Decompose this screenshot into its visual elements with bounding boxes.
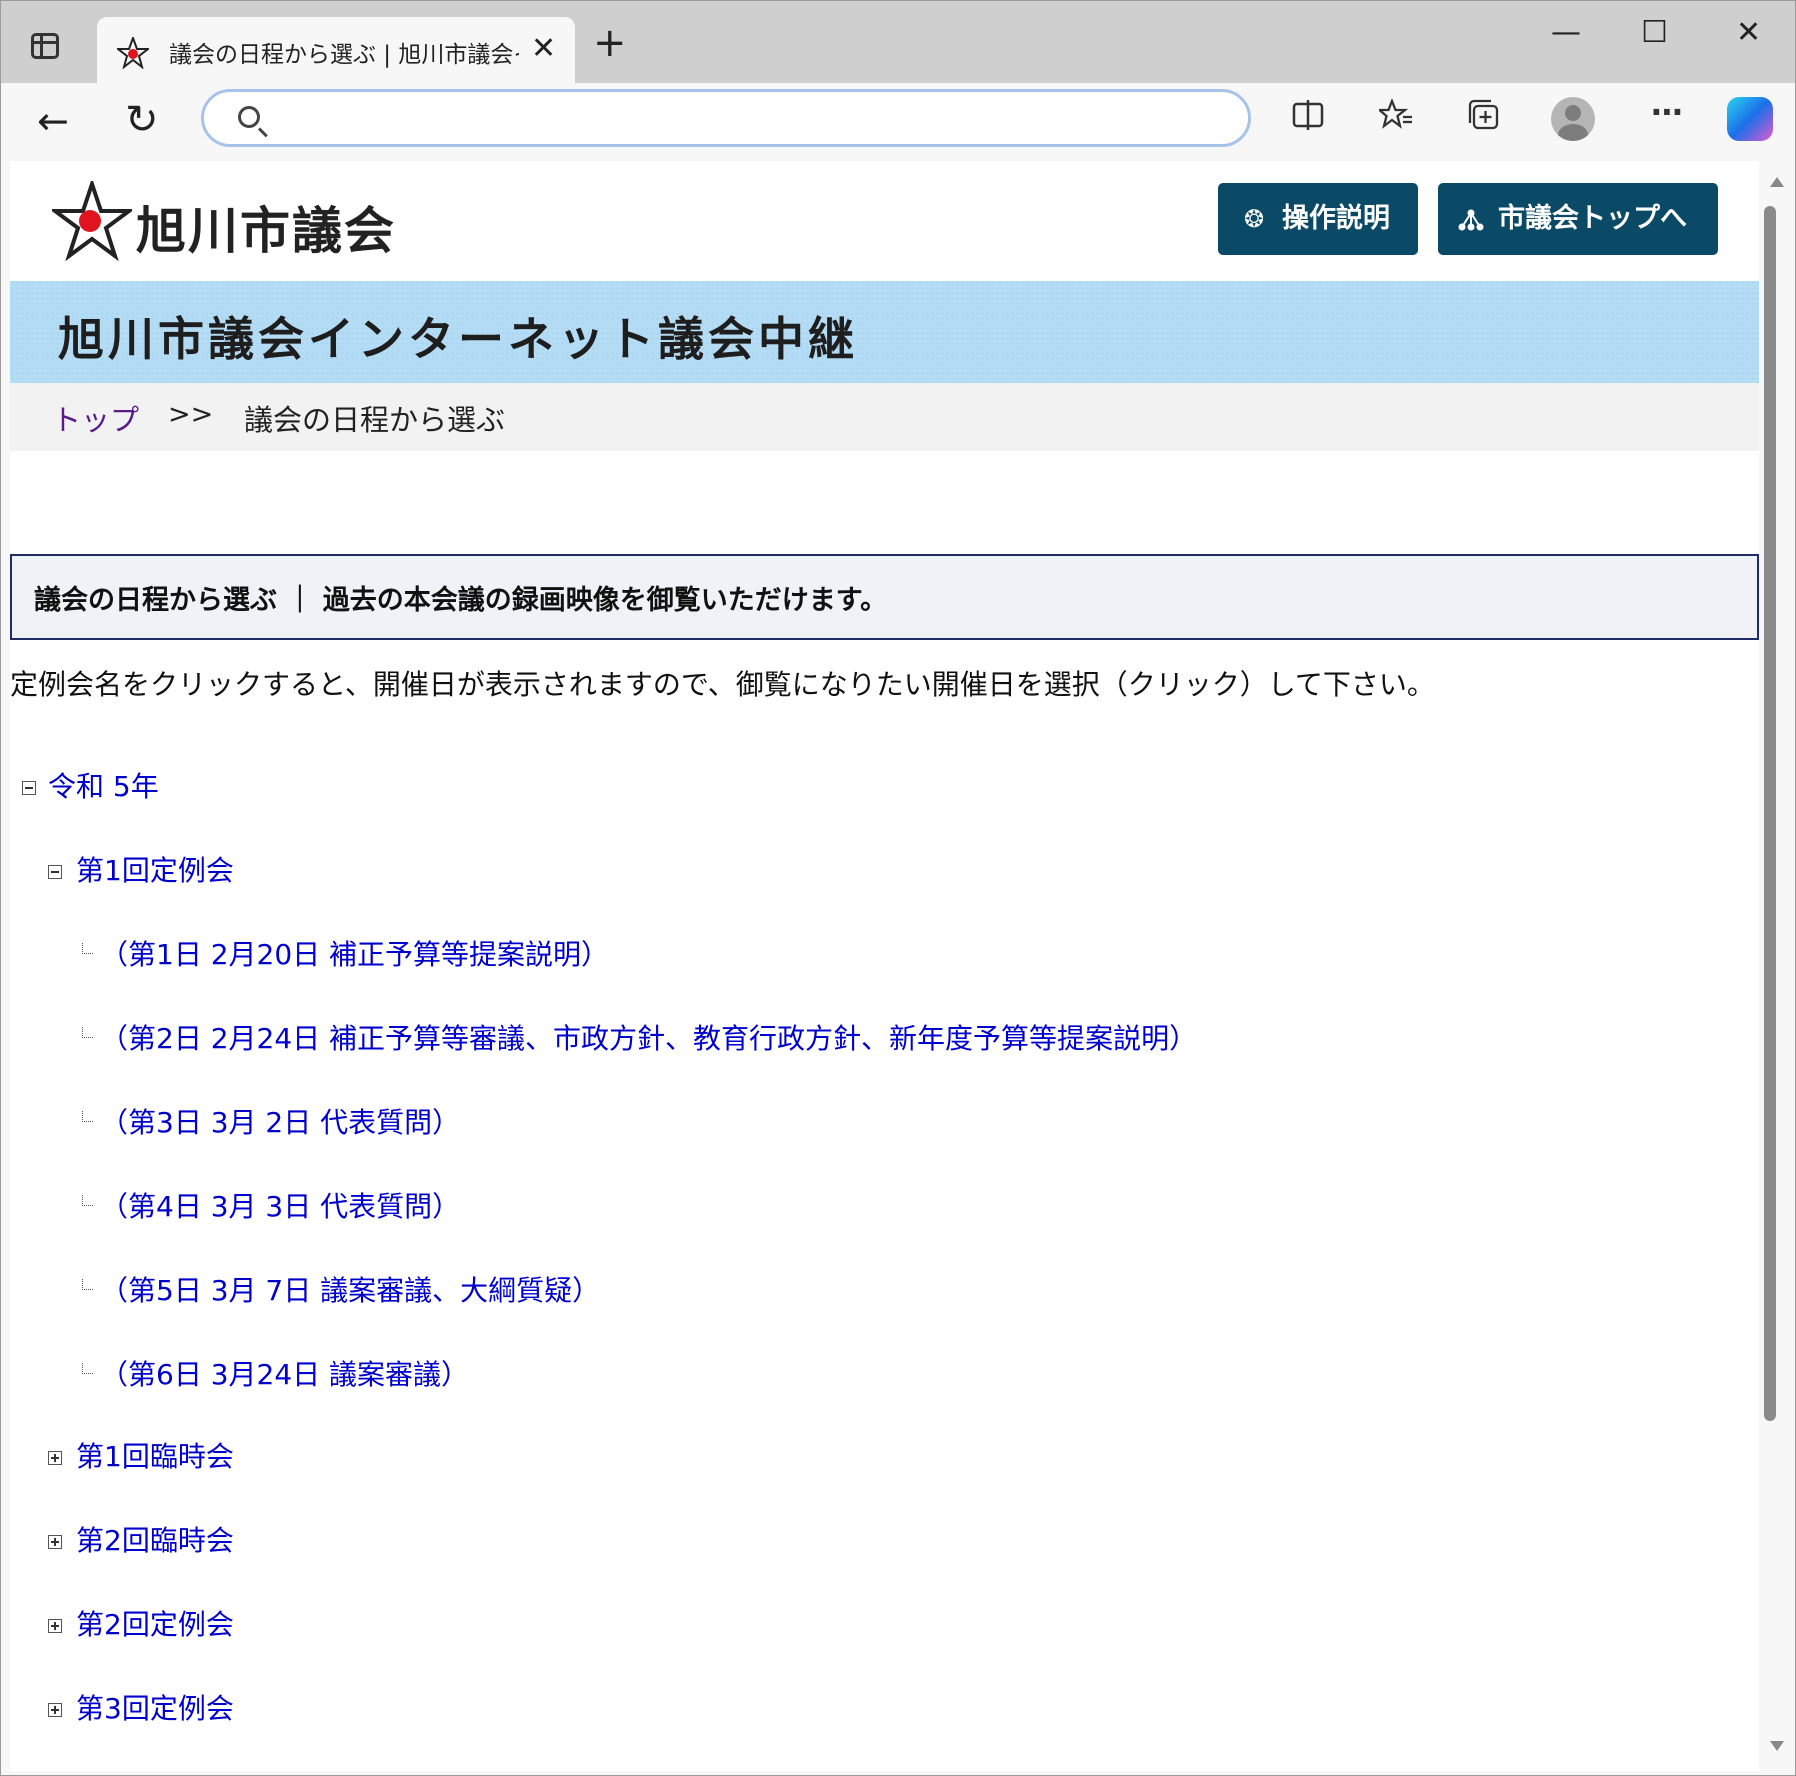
breadcrumb-separator: >> bbox=[168, 399, 214, 430]
instruction-text: 定例会名をクリックすると、開催日が表示されますので、御覧になりたい開催日を選択（… bbox=[10, 668, 1435, 701]
scroll-thumb[interactable] bbox=[1764, 206, 1776, 1421]
tree-session[interactable]: 第1回定例会 bbox=[76, 849, 234, 889]
expand-toggle-icon[interactable] bbox=[48, 1619, 62, 1633]
council-top-label: 市議会トップへ bbox=[1498, 203, 1687, 234]
tab-close-icon[interactable]: ✕ bbox=[531, 31, 556, 66]
reload-icon[interactable]: ↻ bbox=[125, 97, 159, 143]
collapse-toggle-icon[interactable] bbox=[22, 781, 36, 795]
council-top-button[interactable]: 市議会トップへ bbox=[1438, 183, 1718, 255]
help-button-label: 操作説明 bbox=[1282, 203, 1390, 234]
scroll-down-icon[interactable] bbox=[1770, 1741, 1784, 1751]
tree-leaf-icon bbox=[82, 1363, 93, 1374]
browser-window: 議会の日程から選ぶ | 旭川市議会インターネット議会中継 ✕ + — ☐ ✕ ←… bbox=[0, 0, 1796, 1776]
maximize-icon[interactable]: ☐ bbox=[1641, 15, 1668, 50]
tree-leaf-icon bbox=[82, 1279, 93, 1290]
tree-session[interactable]: 第3回定例会 bbox=[76, 1687, 234, 1727]
tree-leaf-icon bbox=[82, 1027, 93, 1038]
favorites-star-icon[interactable] bbox=[1379, 99, 1413, 131]
tree-leaf-icon bbox=[82, 1195, 93, 1206]
page-viewport: 旭川市議会 ❂ 操作説明 市議会トップへ 旭川市議会インターネット議会中継 トッ… bbox=[10, 161, 1759, 1771]
expand-toggle-icon[interactable] bbox=[48, 1451, 62, 1465]
tree-day-link[interactable]: （第6日 3月24日 議案審議） bbox=[100, 1353, 469, 1393]
tree-leaf-icon bbox=[82, 1111, 93, 1122]
arrow-left-icon[interactable]: ← bbox=[37, 99, 69, 143]
site-banner: 旭川市議会インターネット議会中継 bbox=[10, 281, 1759, 383]
close-window-icon[interactable]: ✕ bbox=[1736, 15, 1761, 50]
minimize-icon[interactable]: — bbox=[1551, 15, 1581, 50]
section-heading-box: 議会の日程から選ぶ ｜ 過去の本会議の録画映像を御覧いただけます。 bbox=[10, 554, 1759, 640]
search-icon bbox=[238, 106, 260, 128]
section-heading: 議会の日程から選ぶ ｜ 過去の本会議の録画映像を御覧いただけます。 bbox=[34, 585, 888, 616]
browser-toolbar: ← ↻ ⋯ bbox=[1, 83, 1795, 159]
sitemap-icon bbox=[1458, 209, 1484, 231]
breadcrumb: トップ >> 議会の日程から選ぶ bbox=[10, 383, 1759, 451]
tree-leaf-icon bbox=[82, 943, 93, 954]
banner-title: 旭川市議会インターネット議会中継 bbox=[58, 312, 858, 366]
tree-day-link[interactable]: （第4日 3月 3日 代表質問） bbox=[100, 1185, 460, 1225]
tab-title: 議会の日程から選ぶ | 旭川市議会インターネット議会中継 bbox=[169, 42, 519, 68]
breadcrumb-home-link[interactable]: トップ bbox=[52, 397, 139, 439]
tree-session[interactable]: 第2回臨時会 bbox=[76, 1519, 234, 1559]
tree-day-link[interactable]: （第3日 3月 2日 代表質問） bbox=[100, 1101, 460, 1141]
tree-day-link[interactable]: （第5日 3月 7日 議案審議、大綱質疑） bbox=[100, 1269, 600, 1309]
star-logo-icon bbox=[117, 37, 149, 69]
help-button[interactable]: ❂ 操作説明 bbox=[1218, 183, 1418, 255]
tree-day-link[interactable]: （第1日 2月20日 補正予算等提案説明） bbox=[100, 933, 609, 973]
collapse-toggle-icon[interactable] bbox=[48, 865, 62, 879]
tab-bar: 議会の日程から選ぶ | 旭川市議会インターネット議会中継 ✕ + — ☐ ✕ bbox=[1, 1, 1795, 83]
breadcrumb-current: 議会の日程から選ぶ bbox=[244, 403, 506, 437]
active-tab[interactable]: 議会の日程から選ぶ | 旭川市議会インターネット議会中継 ✕ bbox=[97, 17, 575, 83]
scroll-up-icon[interactable] bbox=[1770, 177, 1784, 187]
profile-avatar[interactable] bbox=[1551, 97, 1595, 141]
tab-actions-icon[interactable] bbox=[31, 33, 59, 59]
tree-session[interactable]: 第2回定例会 bbox=[76, 1603, 234, 1643]
expand-toggle-icon[interactable] bbox=[48, 1535, 62, 1549]
split-screen-icon[interactable] bbox=[1291, 99, 1325, 131]
gear-icon: ❂ bbox=[1244, 205, 1265, 233]
more-dots-icon[interactable]: ⋯ bbox=[1651, 93, 1683, 131]
star-logo-icon bbox=[52, 181, 132, 261]
tree-year[interactable]: 令和 5年 bbox=[48, 765, 159, 805]
collections-icon[interactable] bbox=[1467, 99, 1501, 131]
expand-toggle-icon[interactable] bbox=[48, 1703, 62, 1717]
address-bar[interactable] bbox=[201, 89, 1251, 147]
tree-day-link[interactable]: （第2日 2月24日 補正予算等審議、市政方針、教育行政方針、新年度予算等提案説… bbox=[100, 1017, 1197, 1057]
new-tab-button[interactable]: + bbox=[593, 23, 627, 63]
copilot-icon[interactable] bbox=[1727, 97, 1773, 141]
tree-session[interactable]: 第1回臨時会 bbox=[76, 1435, 234, 1475]
logo-text: 旭川市議会 bbox=[136, 202, 396, 260]
